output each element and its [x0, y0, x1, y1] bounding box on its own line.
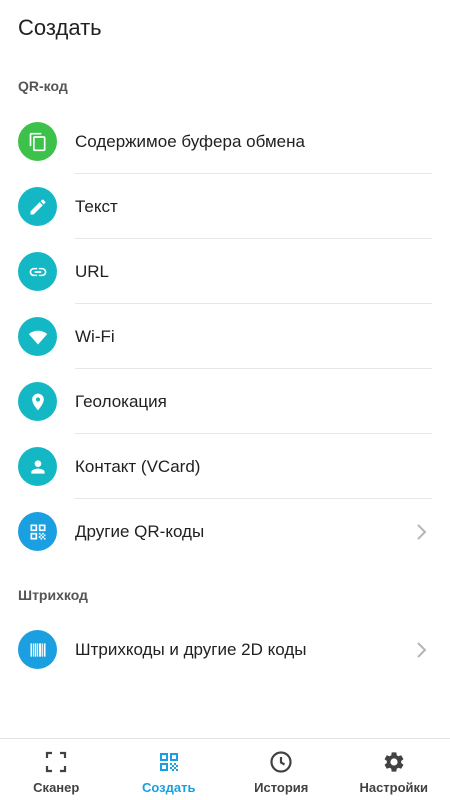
list-item-url[interactable]: URL — [0, 239, 450, 304]
list-item-label: Другие QR-коды — [75, 521, 205, 541]
chevron-right-icon — [416, 641, 428, 659]
barcode-icon — [18, 630, 57, 669]
link-icon — [18, 252, 57, 291]
scan-frame-icon — [44, 750, 68, 774]
list-item-label: Содержимое буфера обмена — [75, 131, 305, 151]
nav-item-history[interactable]: История — [225, 739, 338, 800]
chevron-right-icon — [416, 523, 428, 541]
list-item-barcodes[interactable]: Штрихкоды и другие 2D коды — [0, 617, 450, 682]
nav-label: История — [254, 780, 309, 795]
list-item-geolocation[interactable]: Геолокация — [0, 369, 450, 434]
qr-code-icon — [157, 750, 181, 774]
qr-code-icon — [18, 512, 57, 551]
clock-icon — [269, 750, 293, 774]
person-icon — [18, 447, 57, 486]
section-header-barcode: Штрихкод — [18, 587, 88, 603]
list-item-text[interactable]: Текст — [0, 174, 450, 239]
nav-label: Сканер — [33, 780, 80, 795]
nav-label: Настройки — [359, 780, 429, 795]
list-item-label: Штрихкоды и другие 2D коды — [75, 639, 307, 659]
clipboard-copy-icon — [18, 122, 57, 161]
list-item-clipboard[interactable]: Содержимое буфера обмена — [0, 109, 450, 174]
list-item-label: Контакт (VCard) — [75, 456, 201, 476]
nav-item-scanner[interactable]: Сканер — [0, 739, 113, 800]
list-item-label: Геолокация — [75, 391, 167, 411]
wifi-icon — [18, 317, 57, 356]
gear-icon — [382, 750, 406, 774]
pencil-icon — [18, 187, 57, 226]
list-item-wifi[interactable]: Wi-Fi — [0, 304, 450, 369]
list-item-label: Текст — [75, 196, 118, 216]
nav-label: Создать — [142, 780, 196, 795]
bottom-navigation: Сканер Создать История Настройки — [0, 738, 450, 800]
list-item-contact[interactable]: Контакт (VCard) — [0, 434, 450, 499]
nav-item-settings[interactable]: Настройки — [338, 739, 450, 800]
list-item-label: Wi-Fi — [75, 326, 115, 346]
list-item-other-qr[interactable]: Другие QR-коды — [0, 499, 450, 564]
section-header-qr: QR-код — [18, 78, 68, 94]
page-title: Создать — [18, 15, 102, 40]
list-item-label: URL — [75, 261, 110, 281]
location-pin-icon — [18, 382, 57, 421]
nav-item-create[interactable]: Создать — [113, 739, 226, 800]
